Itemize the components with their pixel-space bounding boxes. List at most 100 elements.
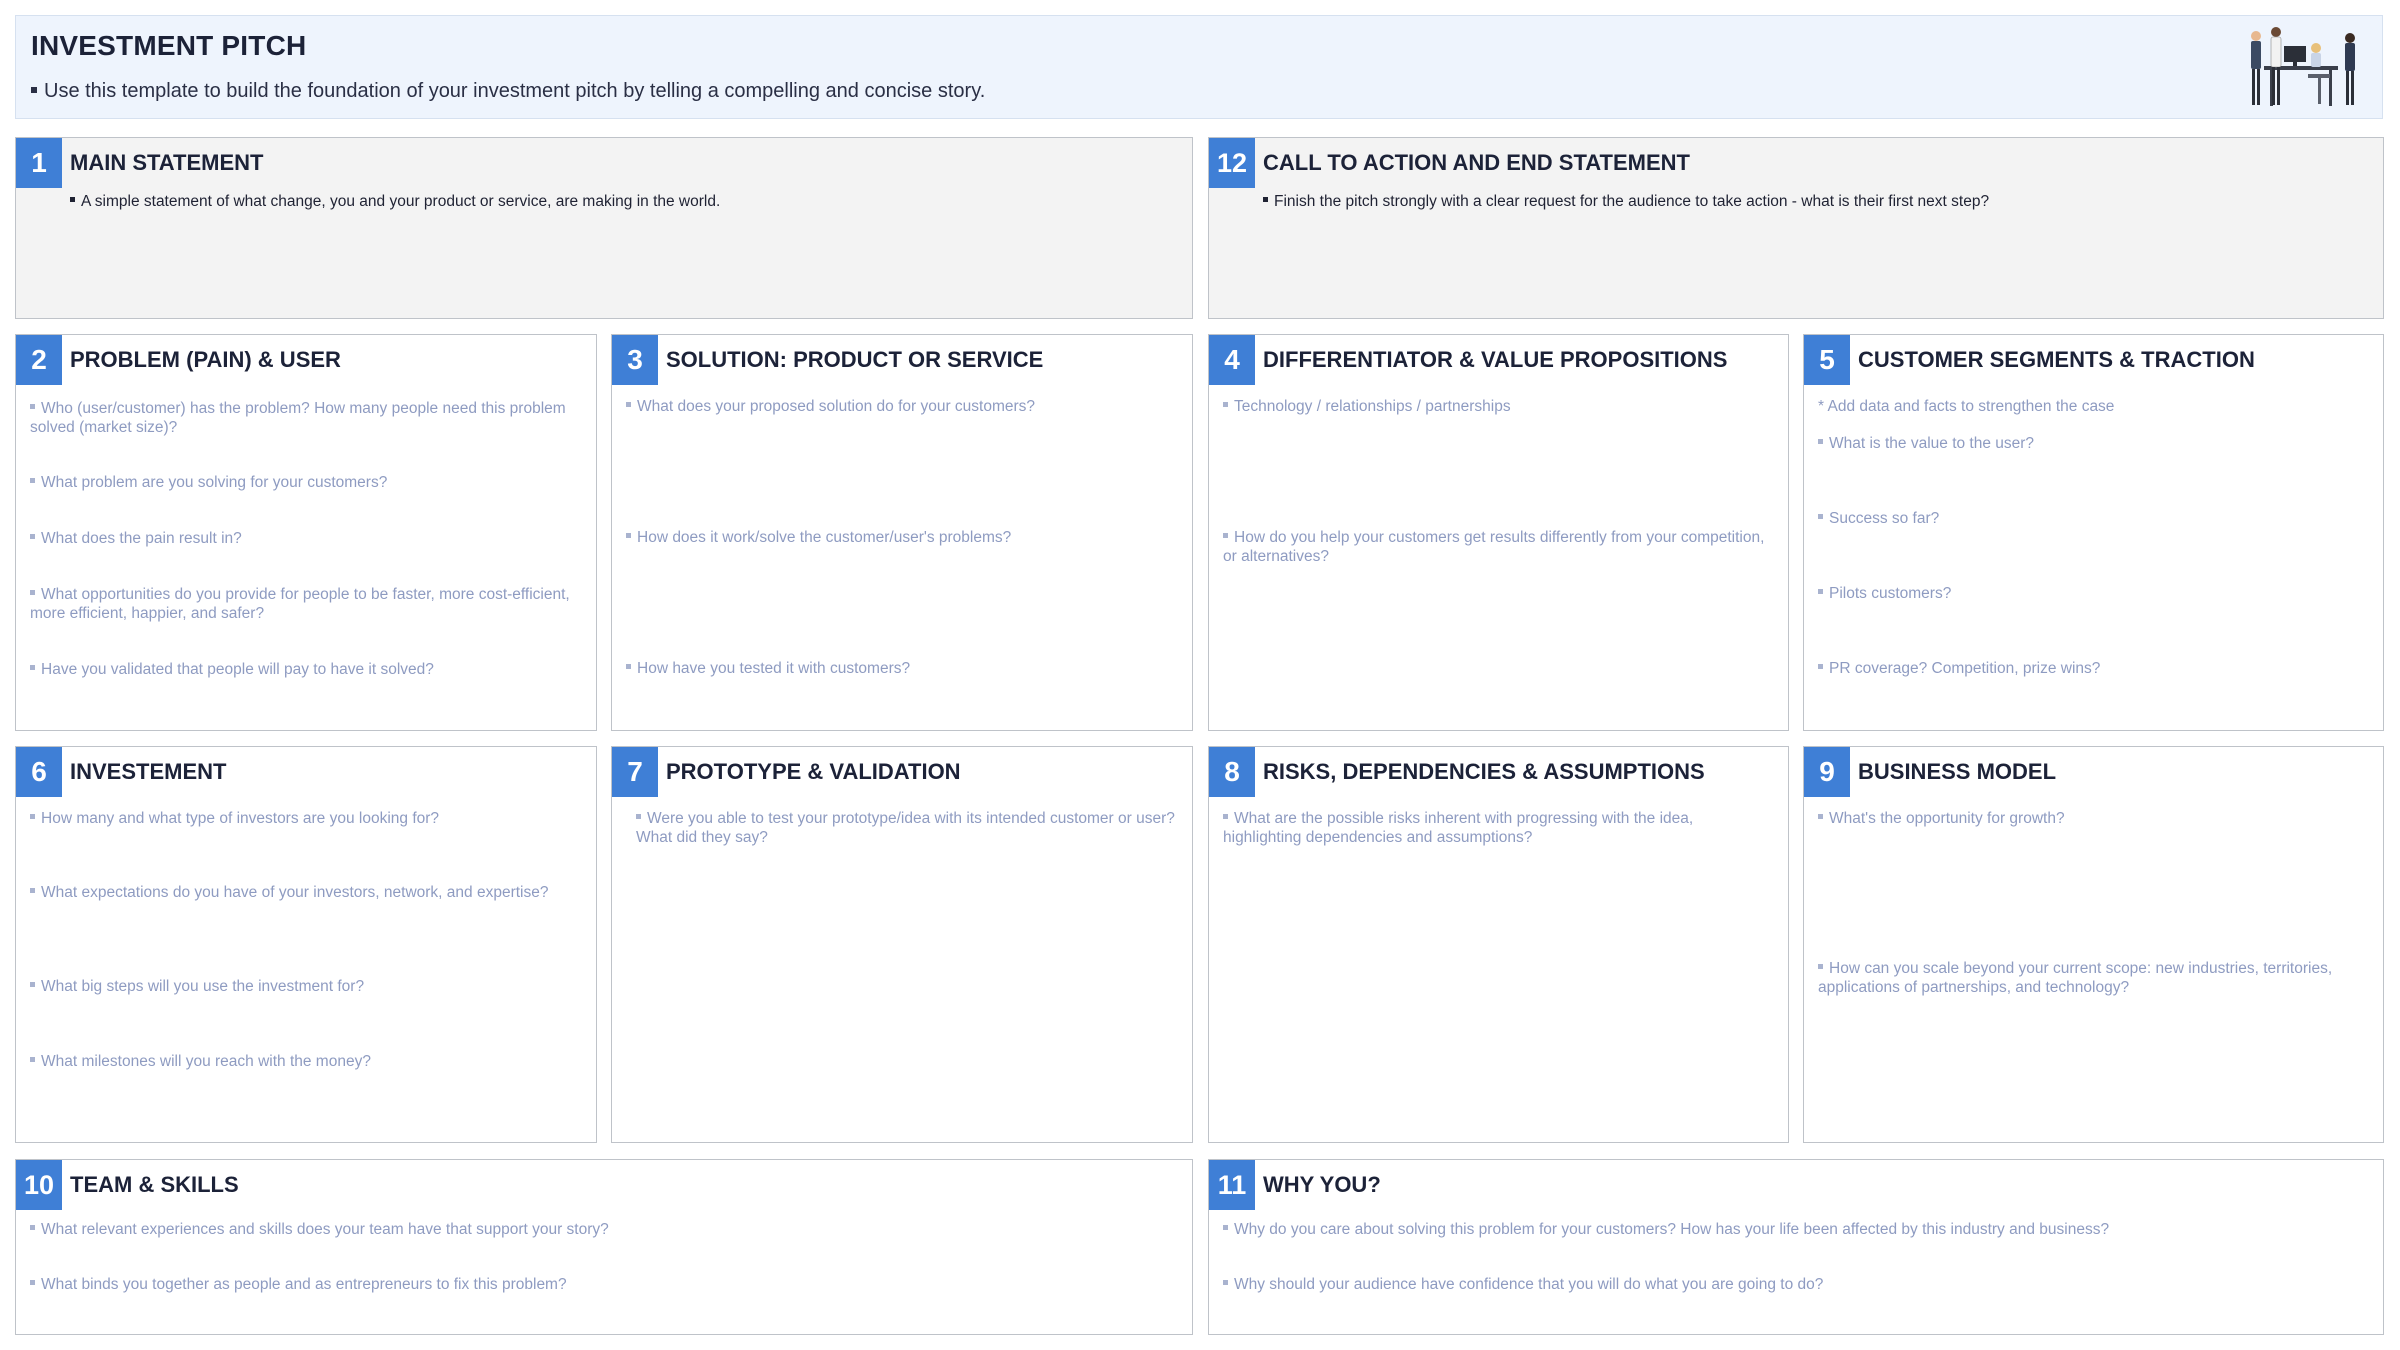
card-prompt: What does your proposed solution do for … <box>626 397 1178 416</box>
card-prompt: What is the value to the user? <box>1818 434 2369 453</box>
card-why-you[interactable]: 11 WHY YOU? Why do you care about solvin… <box>1208 1159 2384 1335</box>
card-prompt-text: Pilots customers? <box>1829 585 1952 602</box>
card-number-badge: 4 <box>1209 335 1255 385</box>
card-prompt: Have you validated that people will pay … <box>30 660 582 679</box>
card-prompt: Who (user/customer) has the problem? How… <box>30 399 582 437</box>
card-risks[interactable]: 8 RISKS, DEPENDENCIES & ASSUMPTIONS What… <box>1208 746 1789 1143</box>
card-title: WHY YOU? <box>1263 1172 1381 1197</box>
bullet-icon <box>30 814 35 820</box>
card-prompt: How do you help your customers get resul… <box>1223 528 1774 566</box>
card-note: * Add data and facts to strengthen the c… <box>1818 398 2115 415</box>
card-prompt: What big steps will you use the investme… <box>30 977 582 996</box>
card-customer-segments[interactable]: 5 CUSTOMER SEGMENTS & TRACTION * Add dat… <box>1803 334 2384 731</box>
card-prompt: Why should your audience have confidence… <box>1223 1275 2369 1294</box>
card-prompt: Were you able to test your prototype/ide… <box>636 809 1178 847</box>
card-number-badge: 12 <box>1209 138 1255 188</box>
card-prompt: How can you scale beyond your current sc… <box>1818 959 2369 997</box>
card-title: TEAM & SKILLS <box>70 1172 239 1197</box>
page-subtitle: Use this template to build the foundatio… <box>31 80 985 103</box>
card-title: BUSINESS MODEL <box>1858 759 2057 784</box>
card-number-badge: 8 <box>1209 747 1255 797</box>
card-differentiator[interactable]: 4 DIFFERENTIATOR & VALUE PROPOSITIONS Te… <box>1208 334 1789 731</box>
bullet-icon <box>626 533 631 539</box>
bullet-icon <box>1223 1280 1228 1286</box>
card-prompt: Success so far? <box>1818 509 2369 528</box>
card-prompt-text: How do you help your customers get resul… <box>1223 529 1765 565</box>
card-title: DIFFERENTIATOR & VALUE PROPOSITIONS <box>1263 347 1728 372</box>
card-prompt: Pilots customers? <box>1818 584 2369 603</box>
card-prompt-text: What milestones will you reach with the … <box>41 1053 371 1070</box>
card-prompt-text: What are the possible risks inherent wit… <box>1223 810 1694 846</box>
card-prompt: What opportunities do you provide for pe… <box>30 585 582 623</box>
bullet-icon <box>1818 964 1823 970</box>
card-prompt: What milestones will you reach with the … <box>30 1052 582 1071</box>
card-prompt-text: What binds you together as people and as… <box>41 1276 567 1293</box>
card-prompt-text: What's the opportunity for growth? <box>1829 810 2065 827</box>
card-title: CUSTOMER SEGMENTS & TRACTION <box>1858 347 2255 372</box>
card-prompt-text: How can you scale beyond your current sc… <box>1818 960 2333 996</box>
card-prompt-text: A simple statement of what change, you a… <box>81 193 721 210</box>
card-prompt-text: Have you validated that people will pay … <box>41 661 434 678</box>
card-call-to-action[interactable]: 12 CALL TO ACTION AND END STATEMENT Fini… <box>1208 137 2384 319</box>
card-number-badge: 5 <box>1804 335 1850 385</box>
card-number-badge: 1 <box>16 138 62 188</box>
bullet-icon <box>30 1225 35 1231</box>
bullet-icon <box>30 534 35 540</box>
card-prompt: PR coverage? Competition, prize wins? <box>1818 659 2369 678</box>
card-prompt-text: What expectations do you have of your in… <box>41 884 549 901</box>
card-title: SOLUTION: PRODUCT OR SERVICE <box>666 347 1044 372</box>
bullet-icon <box>1818 589 1823 595</box>
card-business-model[interactable]: 9 BUSINESS MODEL What's the opportunity … <box>1803 746 2384 1143</box>
bullet-icon <box>30 1057 35 1063</box>
card-prompt-text: How many and what type of investors are … <box>41 810 440 827</box>
page-subtitle-text: Use this template to build the foundatio… <box>44 80 986 102</box>
card-title: MAIN STATEMENT <box>70 150 264 175</box>
header-banner: INVESTMENT PITCH Use this template to bu… <box>15 15 2383 119</box>
card-prompt: Finish the pitch strongly with a clear r… <box>1263 192 2369 211</box>
card-prompt-text: Who (user/customer) has the problem? How… <box>30 400 566 436</box>
bullet-icon <box>1223 533 1228 539</box>
bullet-icon <box>1223 1225 1228 1231</box>
bullet-icon <box>1223 814 1228 820</box>
card-title: PROBLEM (PAIN) & USER <box>70 347 341 372</box>
card-prompt-text: Success so far? <box>1829 510 1940 527</box>
card-prompt-text: How have you tested it with customers? <box>637 660 911 677</box>
card-title: PROTOTYPE & VALIDATION <box>666 759 961 784</box>
card-team-skills[interactable]: 10 TEAM & SKILLS What relevant experienc… <box>15 1159 1193 1335</box>
pitch-canvas: INVESTMENT PITCH Use this template to bu… <box>0 0 2400 1350</box>
bullet-icon <box>70 197 75 203</box>
card-investement[interactable]: 6 INVESTEMENT How many and what type of … <box>15 746 597 1143</box>
card-title: RISKS, DEPENDENCIES & ASSUMPTIONS <box>1263 759 1705 784</box>
card-prompt: Why do you care about solving this probl… <box>1223 1220 2369 1239</box>
card-title: INVESTEMENT <box>70 759 227 784</box>
card-number-badge: 2 <box>16 335 62 385</box>
bullet-icon <box>30 404 35 410</box>
card-prompt: What binds you together as people and as… <box>30 1275 1178 1294</box>
bullet-icon <box>1818 514 1823 520</box>
card-prompt-text: Finish the pitch strongly with a clear r… <box>1274 193 1990 210</box>
bullet-icon <box>636 814 641 820</box>
bullet-icon <box>1818 664 1823 670</box>
card-prompt-text: What problem are you solving for your cu… <box>41 474 388 491</box>
card-problem-user[interactable]: 2 PROBLEM (PAIN) & USER Who (user/custom… <box>15 334 597 731</box>
card-main-statement[interactable]: 1 MAIN STATEMENT A simple statement of w… <box>15 137 1193 319</box>
card-prompt: How many and what type of investors are … <box>30 809 582 828</box>
bullet-icon <box>1263 197 1268 203</box>
bullet-icon <box>30 590 35 596</box>
card-prompt: How have you tested it with customers? <box>626 659 1178 678</box>
card-number-badge: 7 <box>612 747 658 797</box>
card-prompt: How does it work/solve the customer/user… <box>626 528 1178 547</box>
card-prompt-text: What big steps will you use the investme… <box>41 978 365 995</box>
card-solution[interactable]: 3 SOLUTION: PRODUCT OR SERVICE What does… <box>611 334 1193 731</box>
card-number-badge: 3 <box>612 335 658 385</box>
bullet-icon <box>626 664 631 670</box>
card-prototype-validation[interactable]: 7 PROTOTYPE & VALIDATION Were you able t… <box>611 746 1193 1143</box>
bullet-icon <box>1818 814 1823 820</box>
card-prompt-text: What does your proposed solution do for … <box>637 398 1036 415</box>
card-number-badge: 6 <box>16 747 62 797</box>
card-prompt: What's the opportunity for growth? <box>1818 809 2369 828</box>
bullet-icon <box>30 478 35 484</box>
bullet-icon <box>626 402 631 408</box>
card-prompt-text: Were you able to test your prototype/ide… <box>636 810 1175 846</box>
card-prompt-text: Why should your audience have confidence… <box>1234 1276 1824 1293</box>
